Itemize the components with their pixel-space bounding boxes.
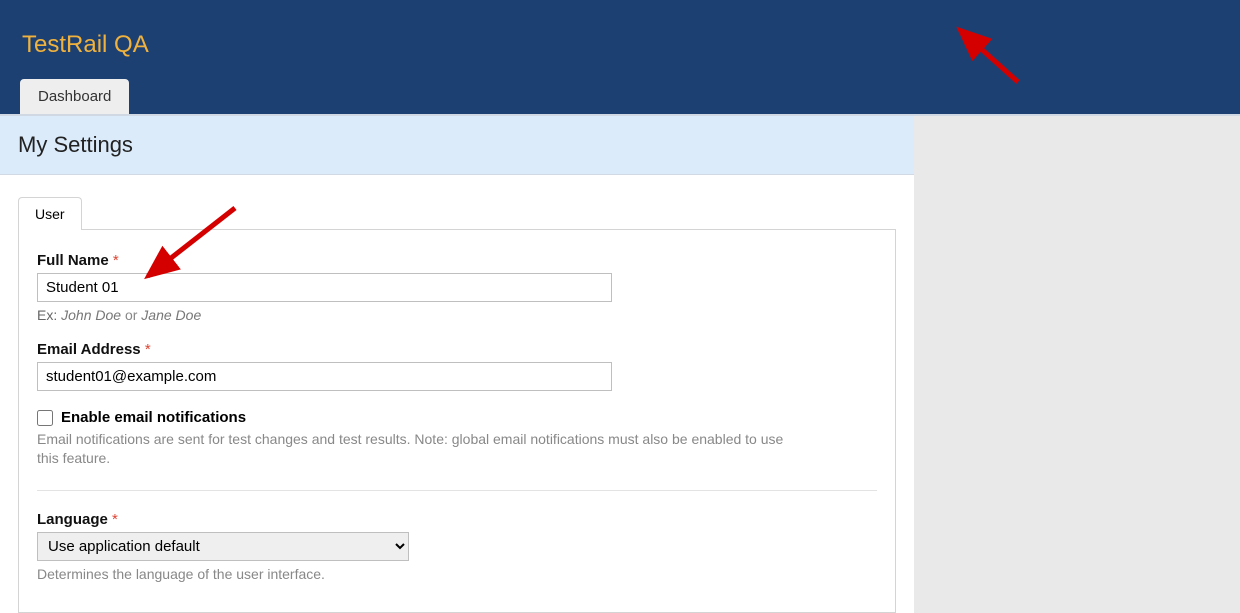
header: TestRail QA Dashboard xyxy=(0,0,1240,116)
email-input[interactable] xyxy=(37,362,612,391)
field-notify: Enable email notifications Email notific… xyxy=(37,409,877,468)
field-email: Email Address * xyxy=(37,341,877,391)
hint-mid: or xyxy=(121,307,141,323)
hint-prefix: Ex: xyxy=(37,307,61,323)
form-panel: Full Name * Ex: John Doe or Jane Doe Ema… xyxy=(18,229,896,613)
email-label: Email Address * xyxy=(37,341,877,358)
form-tabs: User xyxy=(18,197,896,230)
notify-label[interactable]: Enable email notifications xyxy=(61,409,246,426)
fullname-input[interactable] xyxy=(37,273,612,302)
page-title: My Settings xyxy=(18,132,896,158)
required-mark: * xyxy=(113,252,119,269)
tab-dashboard[interactable]: Dashboard xyxy=(20,79,129,114)
language-select[interactable]: Use application default xyxy=(37,532,409,561)
fullname-label-text: Full Name xyxy=(37,252,109,269)
side-column xyxy=(914,116,1240,613)
notify-checkbox[interactable] xyxy=(37,410,53,426)
content: User Full Name * Ex: John Doe or Jane Do… xyxy=(0,175,914,613)
nav-tabs: Dashboard xyxy=(20,79,129,114)
divider xyxy=(37,490,877,491)
form-tab-user[interactable]: User xyxy=(18,197,82,230)
required-mark: * xyxy=(112,511,118,528)
hint-ex1: John Doe xyxy=(61,307,121,323)
notify-desc: Email notifications are sent for test ch… xyxy=(37,430,797,468)
page-title-band: My Settings xyxy=(0,116,914,175)
brand-title: TestRail QA xyxy=(22,31,149,59)
hint-ex2: Jane Doe xyxy=(141,307,201,323)
language-label: Language * xyxy=(37,511,877,528)
fullname-label: Full Name * xyxy=(37,252,877,269)
fullname-hint: Ex: John Doe or Jane Doe xyxy=(37,307,877,323)
required-mark: * xyxy=(145,341,151,358)
main-column: My Settings User Full Name * Ex: John Do… xyxy=(0,116,914,613)
field-language: Language * Use application default Deter… xyxy=(37,511,877,584)
field-fullname: Full Name * Ex: John Doe or Jane Doe xyxy=(37,252,877,323)
language-label-text: Language xyxy=(37,511,108,528)
language-desc: Determines the language of the user inte… xyxy=(37,565,797,584)
email-label-text: Email Address xyxy=(37,341,141,358)
